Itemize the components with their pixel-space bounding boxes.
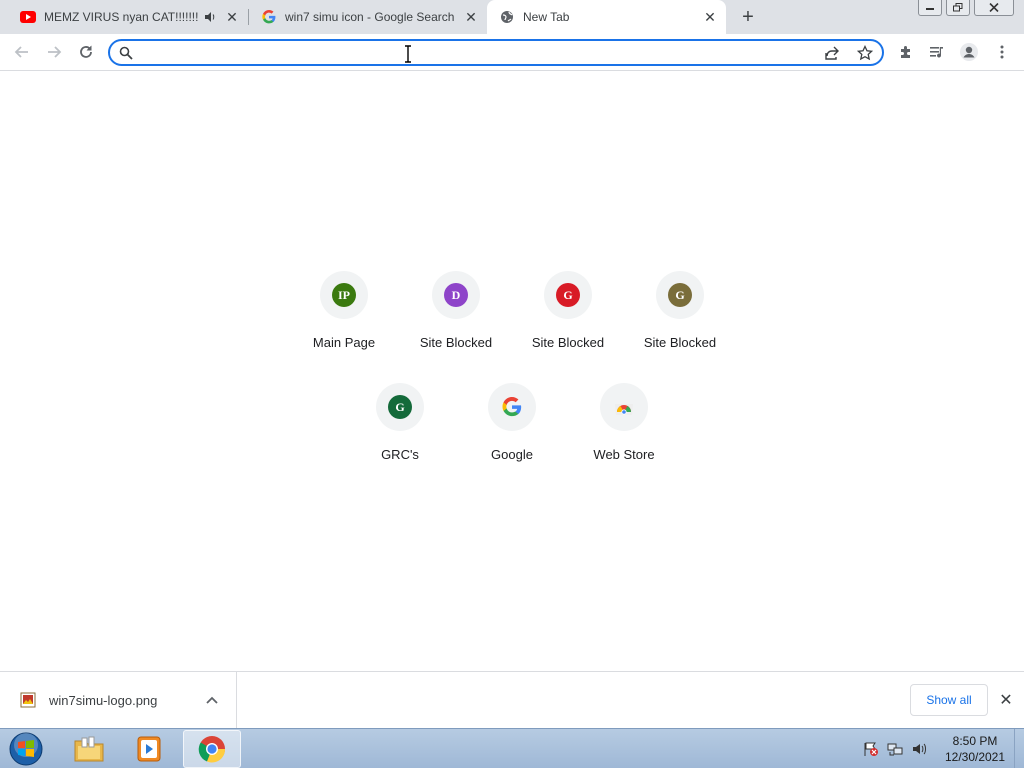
media-control-button[interactable] [923,38,951,66]
tab-google-search[interactable]: win7 simu icon - Google Search ✕ [249,0,487,34]
shortcut-site-blocked-1[interactable]: D Site Blocked [400,271,512,383]
back-arrow-icon [14,46,28,58]
tab-new-tab[interactable]: New Tab ✕ [487,0,726,34]
windows-orb-icon [9,732,43,766]
shortcut-web-store[interactable]: Web Store [568,383,680,495]
clock-date: 12/30/2021 [944,750,1006,764]
address-bar[interactable] [108,39,884,66]
menu-button[interactable] [988,38,1016,66]
network-icon[interactable] [886,740,904,758]
chrome-icon [198,736,226,763]
shortcut-icon-bg: G [376,383,424,431]
tab-close-icon[interactable]: ✕ [222,7,242,27]
close-download-bar-icon[interactable]: ✕ [996,690,1016,710]
shortcut-label: Site Blocked [643,335,717,350]
letter-icon: IP [332,283,356,307]
letter-icon: G [668,283,692,307]
shortcut-google[interactable]: Google [456,383,568,495]
share-icon[interactable] [823,44,841,62]
download-bar: win7simu-logo.png Show all ✕ [0,671,1024,728]
reload-button[interactable] [72,38,100,66]
bookmark-star-icon[interactable] [856,44,874,62]
clock[interactable]: 8:50 PM 12/30/2021 [940,733,1010,765]
restore-button[interactable] [946,0,970,16]
queue-music-icon [930,47,943,58]
shortcut-icon-bg: IP [320,271,368,319]
taskbar: 8:50 PM 12/30/2021 [0,728,1024,768]
shortcut-label: Web Store [593,447,655,462]
forward-arrow-icon [48,46,62,58]
shortcut-main-page[interactable]: IP Main Page [288,271,400,383]
start-button[interactable] [6,730,46,768]
extensions-button[interactable] [892,38,920,66]
volume-icon[interactable] [910,740,928,758]
taskbar-chrome[interactable] [183,730,241,768]
shortcut-label: GRC's [381,447,419,462]
clock-time: 8:50 PM [952,734,998,748]
download-filename: win7simu-logo.png [49,692,158,708]
tab-close-icon[interactable]: ✕ [700,7,720,27]
letter-icon: G [556,283,580,307]
chevron-up-icon[interactable] [202,690,222,710]
more-vert-icon [1000,45,1004,59]
tab-title: New Tab [523,10,570,24]
new-tab-button[interactable]: + [736,6,760,28]
shortcut-site-blocked-3[interactable]: G Site Blocked [624,271,736,383]
shortcut-icon-bg: G [656,271,704,319]
search-icon [117,44,135,62]
shortcut-icon-bg: G [544,271,592,319]
media-player-icon [137,736,161,762]
minimize-button[interactable] [918,0,942,16]
taskbar-media-player[interactable] [121,730,179,768]
shortcut-label: Google [491,447,533,462]
shortcut-icon-bg: D [432,271,480,319]
letter-icon: D [444,283,468,307]
omnibox-input[interactable] [140,43,800,62]
audio-playing-icon[interactable] [200,7,220,27]
download-item[interactable]: win7simu-logo.png [0,672,237,728]
google-icon [488,383,536,431]
back-button[interactable] [8,38,36,66]
shortcut-grcs[interactable]: G GRC's [344,383,456,495]
web-store-icon [600,383,648,431]
tab-title: MEMZ VIRUS nyan CAT!!!!!!! [44,10,199,24]
action-center-flag-icon[interactable] [862,740,880,758]
tab-close-icon[interactable]: ✕ [461,7,481,27]
tab-youtube[interactable]: MEMZ VIRUS nyan CAT!!!!!!! ✕ [8,0,248,34]
system-tray [862,729,934,768]
show-all-button[interactable]: Show all [910,684,988,716]
window-close-button[interactable] [974,0,1014,16]
window-controls [914,0,1014,16]
shortcut-label: Main Page [312,335,376,350]
shortcut-label: Site Blocked [419,335,493,350]
youtube-icon [20,9,36,25]
shortcut-label: Site Blocked [531,335,605,350]
folder-icon [74,736,104,762]
profile-button[interactable] [955,38,983,66]
tab-title: win7 simu icon - Google Search [285,10,455,24]
show-desktop-button[interactable] [1014,729,1024,768]
text-cursor-icon [405,45,411,63]
globe-icon [499,9,515,25]
tab-strip: MEMZ VIRUS nyan CAT!!!!!!! ✕ win7 simu i… [0,0,1024,34]
avatar-icon [960,43,978,61]
forward-button[interactable] [40,38,68,66]
image-file-icon [20,692,36,708]
google-icon [261,9,277,25]
puzzle-icon [901,46,910,58]
letter-icon: G [388,395,412,419]
toolbar [0,34,1024,71]
shortcut-site-blocked-2[interactable]: G Site Blocked [512,271,624,383]
taskbar-explorer[interactable] [60,730,118,768]
reload-icon [80,45,92,58]
